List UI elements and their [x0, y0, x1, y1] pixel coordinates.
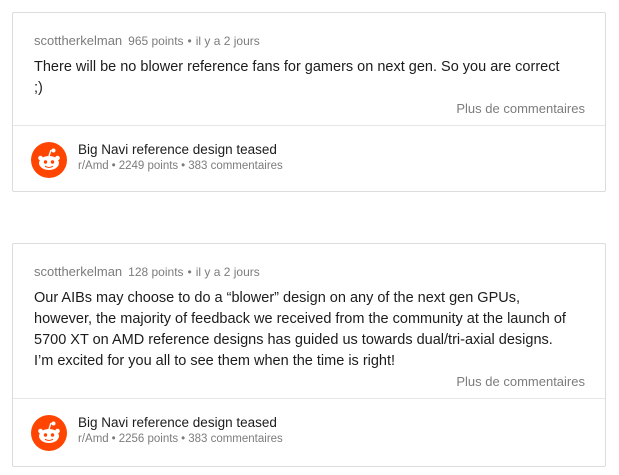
comment-time[interactable]: il y a 2 jours: [196, 265, 260, 279]
post-title[interactable]: Big Navi reference design teased: [78, 142, 277, 157]
comment-card: scottherkelman 128 points • il y a 2 jours …: [12, 243, 606, 467]
comment-line: I’m excited for you all to see them when…: [34, 353, 396, 369]
meta-separator: •: [187, 265, 192, 279]
more-comments-link[interactable]: Plus de commentaires: [34, 374, 585, 398]
comment-body: Our AIBs may choose to do a “blower” des…: [34, 288, 585, 372]
meta-separator: •: [187, 34, 192, 48]
comment-line: Our AIBs may choose to do a “blower” des…: [34, 290, 521, 306]
post-points: 2249 points: [118, 160, 179, 172]
comment-card: scottherkelman 965 points • il y a 2 jours …: [12, 12, 606, 192]
comment-author[interactable]: scottherkelman: [34, 264, 122, 279]
post-comments-count: 383 commentaires: [188, 160, 283, 172]
post-subreddit[interactable]: r/Amd: [78, 433, 109, 445]
post-title[interactable]: Big Navi reference design teased: [78, 415, 277, 430]
comment: scottherkelman 128 points • il y a 2 jours …: [13, 244, 605, 398]
meta-separator: •: [111, 433, 116, 445]
meta-separator: •: [111, 160, 116, 172]
post-meta: r/Amd • 2249 points • 383 commentaires: [78, 160, 283, 172]
reddit-snoo-icon: [31, 415, 67, 451]
comment-line: 5700 XT on AMD reference designs has gui…: [34, 332, 553, 348]
meta-separator: •: [181, 160, 186, 172]
comment-body: There will be no blower reference fans f…: [34, 57, 585, 99]
comment-time[interactable]: il y a 2 jours: [196, 34, 260, 48]
comment-meta: scottherkelman 128 points • il y a 2 jours: [34, 264, 585, 280]
comment-line: There will be no blower reference fans f…: [34, 59, 560, 75]
comment-line: however, the majority of feedback we rec…: [34, 311, 566, 327]
parent-post-link[interactable]: Big Navi reference design teased r/Amd • 2…: [13, 399, 605, 465]
post-points: 2256 points: [118, 433, 179, 445]
comment-line: ;): [34, 80, 43, 96]
comment-author[interactable]: scottherkelman: [34, 33, 122, 48]
comment-meta: scottherkelman 965 points • il y a 2 jours: [34, 33, 585, 49]
meta-separator: •: [181, 433, 186, 445]
parent-post-link[interactable]: Big Navi reference design teased r/Amd • 2…: [13, 126, 605, 192]
comment-points: 128 points: [128, 265, 184, 279]
comment-points: 965 points: [128, 34, 184, 48]
more-comments-link[interactable]: Plus de commentaires: [34, 101, 585, 125]
post-comments-count: 383 commentaires: [188, 433, 283, 445]
comment: scottherkelman 965 points • il y a 2 jours …: [13, 13, 605, 125]
post-meta: r/Amd • 2256 points • 383 commentaires: [78, 433, 283, 445]
reddit-snoo-icon: [31, 142, 67, 178]
post-subreddit[interactable]: r/Amd: [78, 160, 109, 172]
